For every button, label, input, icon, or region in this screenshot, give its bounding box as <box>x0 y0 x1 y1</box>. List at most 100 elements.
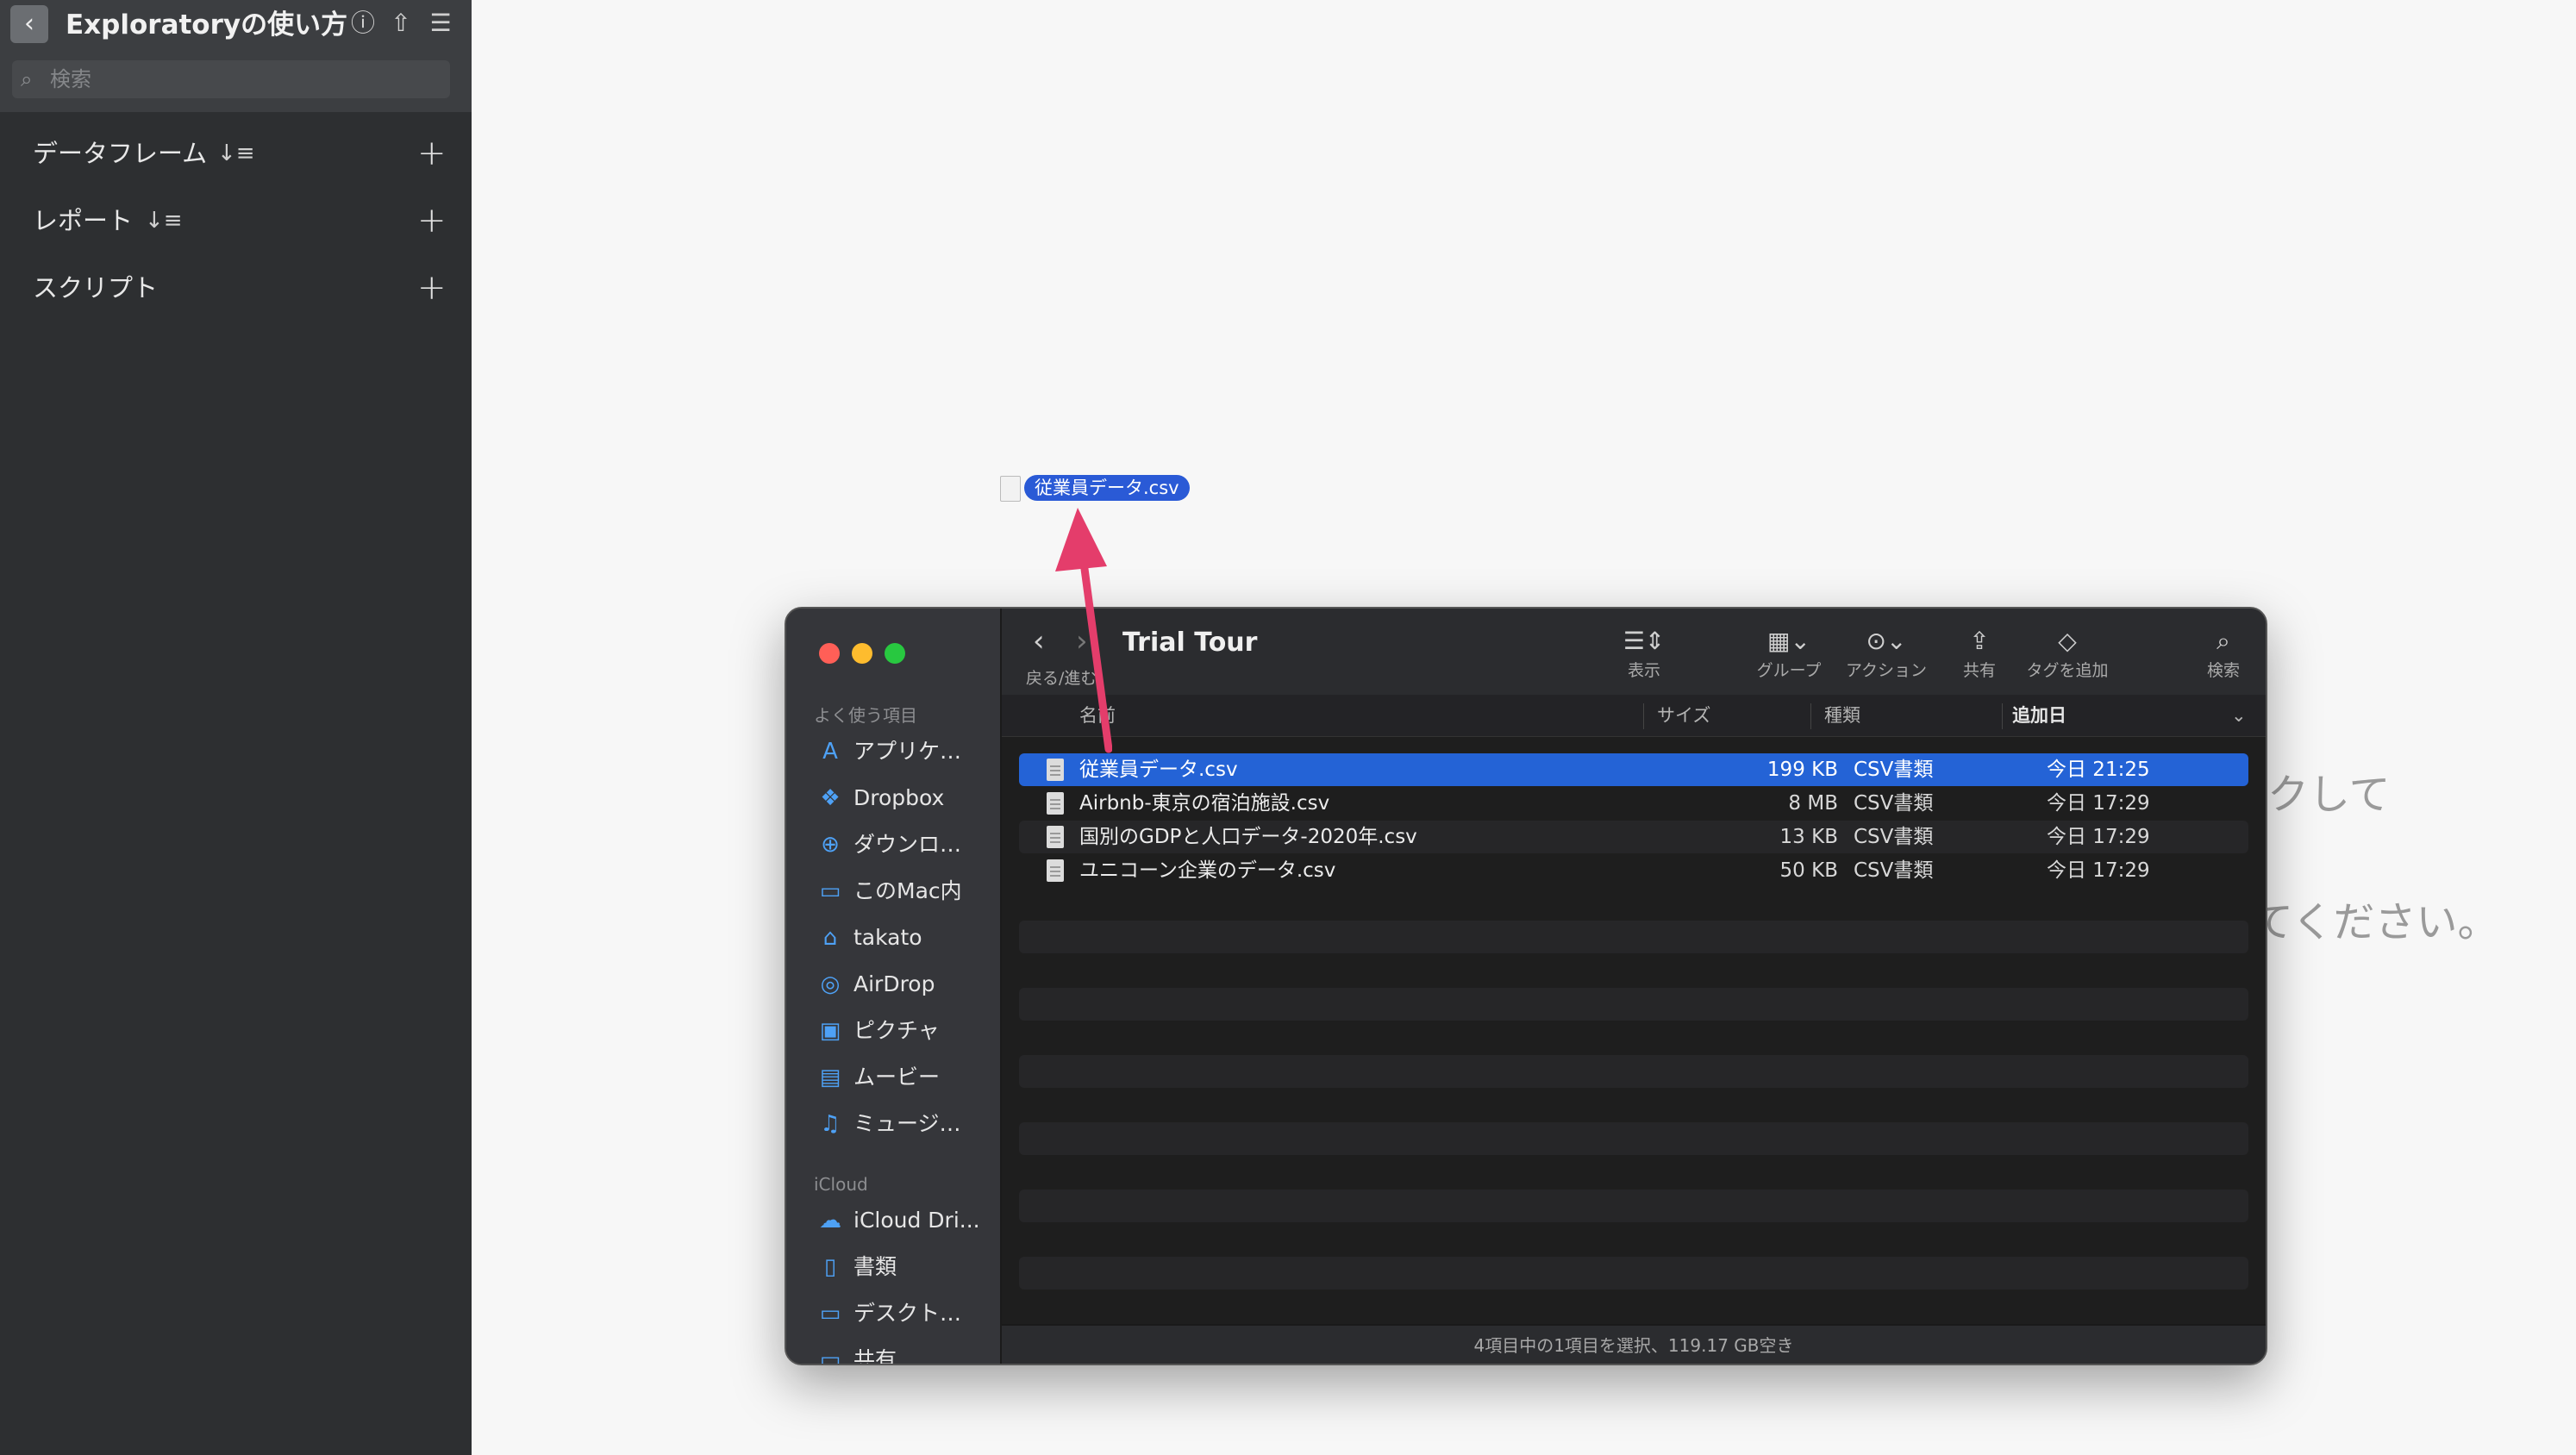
share-label: 共有 <box>1962 661 1996 680</box>
sidebar-item-movies[interactable]: ▤ ムービー <box>786 1055 1000 1100</box>
file-row[interactable]: Airbnb-東京の宿泊施設.csv 8 MB CSV書類 今日 17:29 <box>1019 787 2248 820</box>
sidebar-item-label: ミュージ… <box>853 1111 961 1136</box>
sidebar-item-shared[interactable]: ▭ 共有 <box>786 1338 1000 1365</box>
add-script-button[interactable]: + <box>417 262 447 314</box>
file-size: 13 KB <box>1779 826 1838 848</box>
share-upload-icon[interactable]: ⇧ <box>386 9 416 38</box>
icloud-heading: iCloud <box>814 1174 868 1195</box>
column-separator[interactable] <box>1810 703 1811 729</box>
view-button[interactable]: ☰⇕ 表示 <box>1614 624 1674 688</box>
close-window-button[interactable] <box>819 643 840 664</box>
airdrop-icon: ◎ <box>820 971 841 997</box>
empty-row <box>1019 1257 2248 1290</box>
search-button[interactable]: ⌕ 検索 <box>2202 624 2245 688</box>
zoom-window-button[interactable] <box>885 643 905 664</box>
group-button[interactable]: ▦⌄ グループ <box>1750 624 1828 688</box>
status-text: 4項目中の1項目を選択、119.17 GB空き <box>1473 1335 1794 1356</box>
add-dataframe-button[interactable]: + <box>417 128 447 179</box>
file-size: 199 KB <box>1766 759 1838 781</box>
list-view-icon: ☰⇕ <box>1623 627 1666 655</box>
desktop-icon: ▭ <box>819 1301 841 1327</box>
sort-icon[interactable]: ↓≡ <box>145 195 183 247</box>
favorites-heading: よく使う項目 <box>814 705 917 726</box>
file-list: 従業員データ.csv 199 KB CSV書類 今日 21:25 Airbnb-… <box>1002 738 2266 1324</box>
file-name: Airbnb-東京の宿泊施設.csv <box>1079 792 1330 815</box>
file-kind: CSV書類 <box>1854 859 1934 882</box>
column-separator[interactable] <box>2002 703 2003 729</box>
info-icon[interactable]: ⓘ <box>348 9 378 38</box>
finder-window: よく使う項目 A アプリケ… ❖ Dropbox ⊕ ダウンロ… ▭ このMac… <box>785 607 2267 1365</box>
file-date: 今日 17:29 <box>2047 826 2150 848</box>
menu-icon[interactable]: ☰ <box>426 9 455 38</box>
file-kind: CSV書類 <box>1854 792 1934 815</box>
sidebar-section-label: スクリプト <box>33 273 159 303</box>
sidebar-item-applications[interactable]: A アプリケ… <box>786 729 1000 774</box>
sidebar-item-home[interactable]: ⌂ takato <box>786 915 1000 960</box>
add-tag-button[interactable]: ◇ タグを追加 <box>2017 624 2117 688</box>
file-size: 50 KB <box>1779 859 1838 882</box>
sidebar-item-documents[interactable]: ▯ 書類 <box>786 1245 1000 1290</box>
dropbox-icon: ❖ <box>820 785 841 811</box>
add-report-button[interactable]: + <box>417 195 447 247</box>
sidebar-item-this-mac[interactable]: ▭ このMac内 <box>786 869 1000 914</box>
folder-title: Trial Tour <box>1122 628 1258 658</box>
icloud-icon: ☁ <box>819 1208 841 1233</box>
back-button[interactable]: ‹ <box>10 5 48 43</box>
sidebar-section-label: レポート <box>33 206 134 235</box>
sidebar-item-label: このMac内 <box>853 878 962 903</box>
sidebar-item-label: takato <box>853 925 922 950</box>
minimize-window-button[interactable] <box>852 643 872 664</box>
file-row[interactable]: 国別のGDPと人口データ-2020年.csv 13 KB CSV書類 今日 17… <box>1019 821 2248 853</box>
status-bar: 4項目中の1項目を選択、119.17 GB空き <box>1002 1324 2266 1364</box>
file-date: 今日 17:29 <box>2047 859 2150 882</box>
share-button[interactable]: ⇪ 共有 <box>1954 624 2005 688</box>
sidebar-section-script[interactable]: スクリプト + <box>0 262 472 314</box>
sidebar-item-downloads[interactable]: ⊕ ダウンロ… <box>786 822 1000 867</box>
home-icon: ⌂ <box>822 925 838 951</box>
search-icon: ⌕ <box>2216 627 2230 655</box>
sidebar-item-label: iCloud Dri... <box>853 1208 980 1233</box>
sidebar-item-label: Dropbox <box>853 785 945 810</box>
sidebar-item-label: デスクト… <box>853 1301 962 1326</box>
column-size[interactable]: サイズ <box>1657 695 1710 736</box>
empty-row <box>1019 1190 2248 1222</box>
project-title: Exploratoryの使い方 <box>66 9 348 41</box>
sidebar-item-airdrop[interactable]: ◎ AirDrop <box>786 962 1000 1007</box>
file-row[interactable]: ユニコーン企業のデータ.csv 50 KB CSV書類 今日 17:29 <box>1019 854 2248 887</box>
sidebar-item-dropbox[interactable]: ❖ Dropbox <box>786 776 1000 821</box>
search-icon: ⌕ <box>21 67 33 91</box>
finder-toolbar: ‹ › 戻る/進む Trial Tour ☰⇕ 表示 ▦⌄ グループ ⊙⌄ アク… <box>1002 609 2266 696</box>
column-separator[interactable] <box>1643 703 1644 729</box>
search-input[interactable]: ⌕ 検索 <box>12 60 450 98</box>
sidebar-item-pictures[interactable]: ▣ ピクチャ <box>786 1009 1000 1053</box>
file-name: ユニコーン企業のデータ.csv <box>1079 859 1336 882</box>
dragged-file-label[interactable]: 従業員データ.csv <box>1024 475 1190 501</box>
sidebar-item-icloud-drive[interactable]: ☁ iCloud Dri... <box>786 1198 1000 1243</box>
column-kind[interactable]: 種類 <box>1824 695 1860 736</box>
folder-icon: ▭ <box>819 878 841 904</box>
csv-file-icon <box>1047 859 1064 882</box>
group-label: グループ <box>1756 661 1822 680</box>
applications-icon: A <box>822 739 838 765</box>
sidebar-section-report[interactable]: レポート ↓≡ + <box>0 195 472 247</box>
shared-folder-icon: ▭ <box>819 1347 841 1365</box>
file-row[interactable]: 従業員データ.csv 199 KB CSV書類 今日 21:25 <box>1019 753 2248 786</box>
action-icon: ⊙⌄ <box>1866 627 1907 655</box>
file-date: 今日 21:25 <box>2047 759 2150 781</box>
sort-chevron-icon[interactable]: ⌄ <box>2231 695 2247 736</box>
drag-arrow-head <box>1055 508 1107 571</box>
action-button[interactable]: ⊙⌄ アクション <box>1840 624 1933 688</box>
sort-icon[interactable]: ↓≡ <box>217 128 255 179</box>
file-kind: CSV書類 <box>1854 826 1934 848</box>
sidebar-item-music[interactable]: ♫ ミュージ… <box>786 1102 1000 1146</box>
file-name: 従業員データ.csv <box>1079 759 1238 781</box>
sidebar-section-dataframe[interactable]: データフレーム ↓≡ + <box>0 128 472 179</box>
sidebar-item-desktop[interactable]: ▭ デスクト… <box>786 1291 1000 1336</box>
file-date: 今日 17:29 <box>2047 792 2150 815</box>
dragged-file-icon[interactable] <box>1000 476 1021 502</box>
sidebar-section-label: データフレーム <box>33 139 208 168</box>
empty-row <box>1019 1055 2248 1088</box>
sidebar-item-label: AirDrop <box>853 971 935 996</box>
empty-row <box>1019 921 2248 953</box>
column-date-added[interactable]: 追加日 <box>2012 695 2066 736</box>
